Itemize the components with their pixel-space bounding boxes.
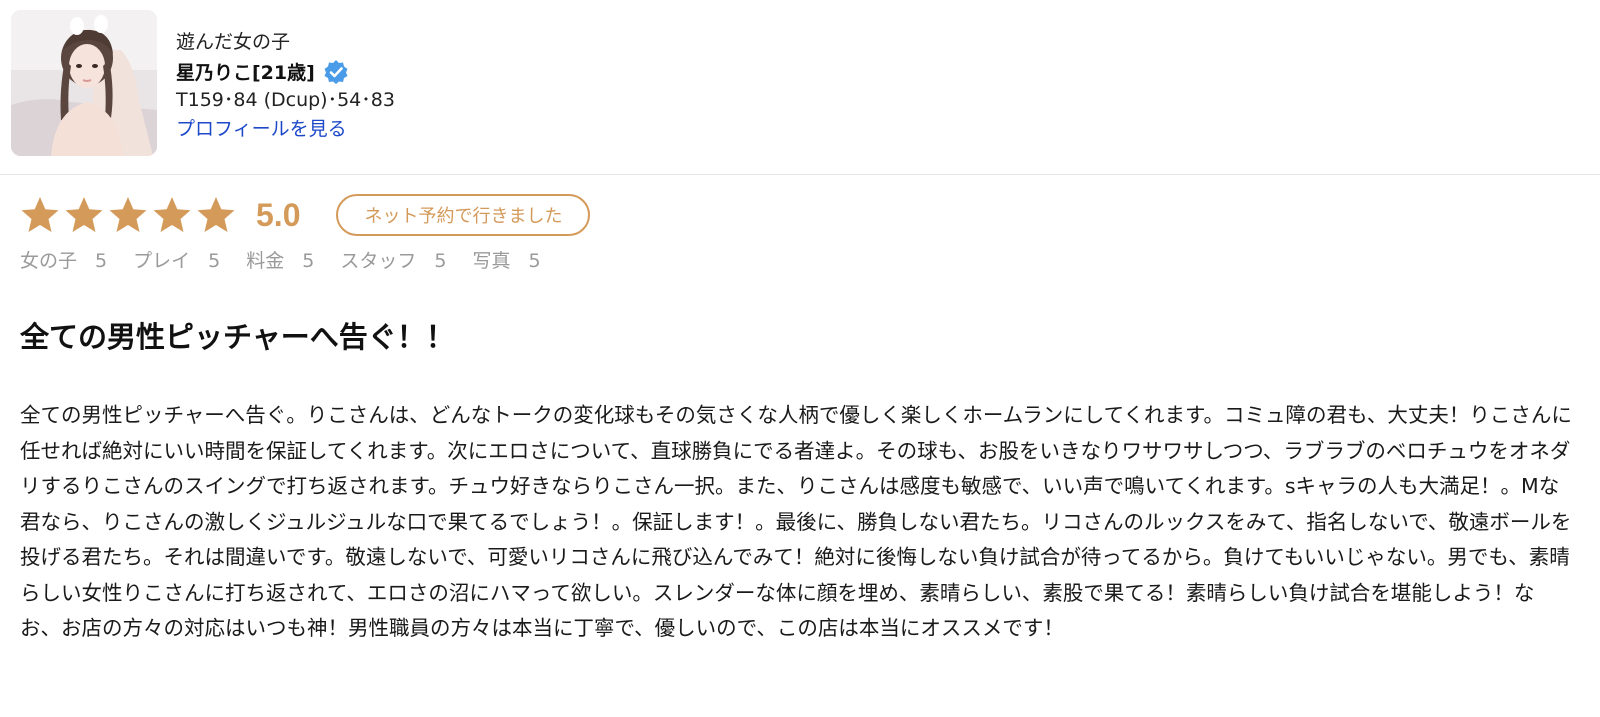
category-rating-photo: 写真 5 xyxy=(472,246,540,273)
girl-specs: T159･84 (Dcup)･54･83 xyxy=(176,89,395,111)
section-divider xyxy=(0,174,1600,175)
star-icon xyxy=(21,197,59,232)
review-body: 全ての男性ピッチャーへ告ぐ。りこさんは、どんなトークの変化球もその気さくな人柄で… xyxy=(20,403,1572,640)
category-rating-value: 5 xyxy=(302,250,315,272)
category-rating-value: 5 xyxy=(95,250,108,272)
view-profile-link[interactable]: プロフィールを見る xyxy=(176,118,347,140)
overall-rating-row: 5.0 ネット予約で行きました xyxy=(20,190,591,240)
girl-profile-info: 遊んだ女の子 星乃りこ[21歳] T159･84 (Dcup)･54･83 プロ… xyxy=(176,28,395,144)
category-rating-label: 料金 xyxy=(246,250,285,272)
category-rating-girl: 女の子 5 xyxy=(20,246,107,273)
star-icon xyxy=(109,197,147,232)
review-title: 全ての男性ピッチャーへ告ぐ！！ xyxy=(20,320,455,354)
girl-name: 星乃りこ[21歳] xyxy=(176,62,315,84)
category-rating-play: プレイ 5 xyxy=(133,246,220,273)
category-rating-value: 5 xyxy=(528,250,541,272)
category-rating-label: スタッフ xyxy=(340,250,417,272)
category-rating-label: 写真 xyxy=(472,250,511,272)
girl-avatar-photo xyxy=(11,10,157,156)
booking-method-badge: ネット予約で行きました xyxy=(336,194,591,236)
category-rating-label: プレイ xyxy=(133,250,191,272)
girl-avatar[interactable] xyxy=(11,10,157,156)
category-ratings: 女の子 5 プレイ 5 料金 5 スタッフ 5 写真 5 xyxy=(20,246,567,273)
category-rating-staff: スタッフ 5 xyxy=(340,246,446,273)
star-icon xyxy=(197,197,235,232)
girl-name-row: 星乃りこ[21歳] xyxy=(176,57,395,86)
verified-check-icon xyxy=(323,59,349,85)
girl-profile-card: 遊んだ女の子 星乃りこ[21歳] T159･84 (Dcup)･54･83 プロ… xyxy=(11,10,1591,156)
category-rating-value: 5 xyxy=(208,250,221,272)
star-icon xyxy=(65,197,103,232)
category-rating-label: 女の子 xyxy=(20,250,78,272)
played-girl-label: 遊んだ女の子 xyxy=(176,31,291,53)
category-rating-price: 料金 5 xyxy=(246,246,314,273)
rating-stars xyxy=(20,195,240,235)
star-icon xyxy=(153,197,191,232)
rating-score: 5.0 xyxy=(256,196,301,233)
category-rating-value: 5 xyxy=(434,250,447,272)
